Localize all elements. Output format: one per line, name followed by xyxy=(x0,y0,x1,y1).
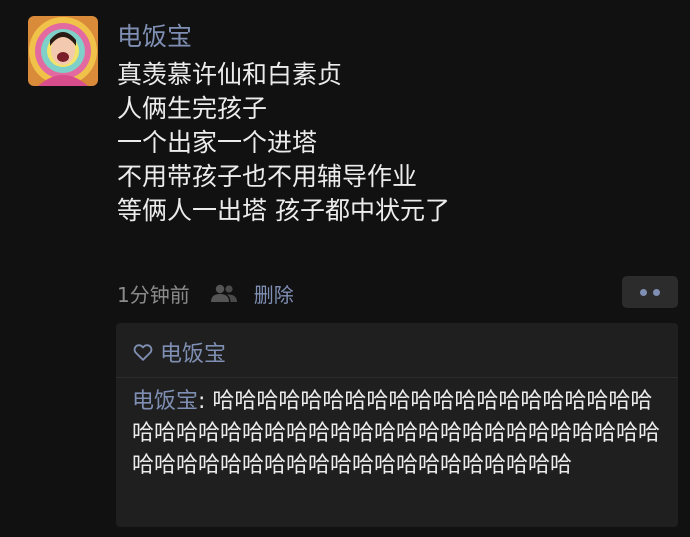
comment-separator: : xyxy=(198,389,213,414)
post-text-line: 不用带孩子也不用辅导作业 xyxy=(117,162,418,191)
two-dots-icon xyxy=(640,288,647,296)
like-user-name[interactable]: 电饭宝 xyxy=(160,336,226,368)
post-text: 真羡慕许仙和白素贞 人俩生完孩子 一个出家一个进塔 不用带孩子也不用辅导作业 等… xyxy=(117,58,677,228)
divider xyxy=(116,377,678,378)
heart-outline-icon xyxy=(132,341,154,363)
comment-author-name[interactable]: 电饭宝 xyxy=(132,389,198,414)
post-text-line: 真羡慕许仙和白素贞 xyxy=(117,60,343,89)
post-author-name[interactable]: 电饭宝 xyxy=(117,21,192,53)
two-dots-icon xyxy=(653,288,660,296)
post-text-line: 等俩人一出塔 孩子都中状元了 xyxy=(117,196,450,225)
people-icon[interactable] xyxy=(210,284,238,302)
likes-row: 电饭宝 xyxy=(132,335,226,369)
post-text-line: 人俩生完孩子 xyxy=(117,94,268,123)
avatar-image xyxy=(28,16,98,86)
comment-item[interactable]: 电饭宝: 哈哈哈哈哈哈哈哈哈哈哈哈哈哈哈哈哈哈哈哈哈哈哈哈哈哈哈哈哈哈哈哈哈哈哈… xyxy=(132,386,672,482)
more-options-button[interactable] xyxy=(622,276,678,308)
comment-text: 哈哈哈哈哈哈哈哈哈哈哈哈哈哈哈哈哈哈哈哈哈哈哈哈哈哈哈哈哈哈哈哈哈哈哈哈哈哈哈哈… xyxy=(132,389,661,478)
post-time: 1分钟前 xyxy=(117,282,190,307)
delete-button[interactable]: 删除 xyxy=(254,279,294,308)
post-text-line: 一个出家一个进塔 xyxy=(117,128,318,157)
post-meta: 1分钟前 删除 xyxy=(117,278,294,308)
avatar[interactable] xyxy=(28,16,98,86)
comment-box: 电饭宝 电饭宝: 哈哈哈哈哈哈哈哈哈哈哈哈哈哈哈哈哈哈哈哈哈哈哈哈哈哈哈哈哈哈哈… xyxy=(116,323,678,527)
